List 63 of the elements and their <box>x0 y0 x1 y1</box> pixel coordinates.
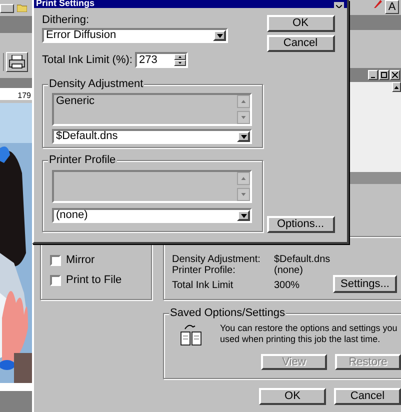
folder-icon <box>17 4 27 12</box>
summary-value: (none) <box>274 265 304 276</box>
checkbox-label[interactable]: Mirror <box>66 255 95 266</box>
list-box[interactable]: Generic <box>52 93 252 126</box>
window-background <box>0 391 32 412</box>
scroll-down-button[interactable] <box>237 111 250 124</box>
maximize-button[interactable] <box>379 70 389 80</box>
spin-up-button[interactable] <box>174 54 186 60</box>
title-bar <box>0 78 32 88</box>
dropdown-arrow-button[interactable] <box>213 30 226 41</box>
density-dropdown[interactable]: $Default.dns <box>52 129 252 144</box>
minimize-button[interactable] <box>368 70 378 80</box>
options-button[interactable]: Options... <box>266 216 334 233</box>
up-arrow-icon <box>178 56 182 58</box>
toolbar-button[interactable] <box>0 4 14 12</box>
group-title: Saved Options/Settings <box>169 306 286 320</box>
ink-limit-field[interactable]: 273 <box>135 52 188 68</box>
down-arrow-icon <box>241 193 246 196</box>
scroll-down-button[interactable] <box>237 188 250 201</box>
pencil-icon <box>372 0 384 8</box>
summary-label: Density Adjustment: <box>172 254 262 265</box>
summary-value: 300% <box>274 280 301 291</box>
dropdown-arrow-button[interactable] <box>237 131 250 142</box>
list-box[interactable] <box>52 170 252 203</box>
caret-icon <box>240 134 246 138</box>
checkbox-label[interactable]: Print to File <box>66 275 122 286</box>
close-button[interactable] <box>390 70 400 80</box>
toolbar-button[interactable]: A <box>385 0 399 14</box>
up-arrow-icon <box>241 100 246 103</box>
restore-description: You can restore the options and settings you used when printing this job the last time. <box>220 323 398 346</box>
summary-label: Printer Profile: <box>172 265 236 276</box>
dropdown-arrow-button[interactable] <box>237 210 250 221</box>
up-arrow-icon <box>241 177 246 180</box>
ok-button[interactable]: OK <box>259 388 326 405</box>
close-button[interactable] <box>334 2 344 8</box>
group-title: Density Adjustment <box>48 77 144 91</box>
caret-icon <box>216 34 222 38</box>
printer-icon <box>9 55 25 69</box>
caret-icon <box>240 214 246 218</box>
minimize-icon <box>371 77 375 78</box>
print-toolbar-button[interactable] <box>6 52 28 72</box>
cancel-button[interactable]: Cancel <box>266 35 334 52</box>
cancel-button[interactable]: Cancel <box>334 388 401 405</box>
summary-value: $Default.dns <box>274 254 330 265</box>
checkbox[interactable] <box>50 255 61 266</box>
up-arrow-icon <box>394 86 399 88</box>
list-item[interactable]: Generic <box>56 96 237 107</box>
documents-icon <box>180 323 202 347</box>
ink-limit-label: Total Ink Limit (%): <box>42 54 134 66</box>
summary-label: Total Ink Limit <box>172 280 234 291</box>
dithering-dropdown[interactable]: Error Diffusion <box>42 28 228 43</box>
down-arrow-icon <box>241 116 246 119</box>
spin-down-button[interactable] <box>174 60 186 66</box>
ok-button[interactable]: OK <box>266 15 334 32</box>
settings-button[interactable]: Settings... <box>333 275 397 293</box>
dithering-label: Dithering: <box>42 15 90 26</box>
maximize-icon <box>381 72 387 78</box>
ruler-label: 179 <box>18 92 31 100</box>
title-bar <box>0 17 32 33</box>
down-arrow-icon <box>178 62 182 64</box>
profile-dropdown[interactable]: (none) <box>52 208 252 223</box>
status-bar <box>349 172 401 184</box>
checkbox[interactable] <box>50 275 61 286</box>
